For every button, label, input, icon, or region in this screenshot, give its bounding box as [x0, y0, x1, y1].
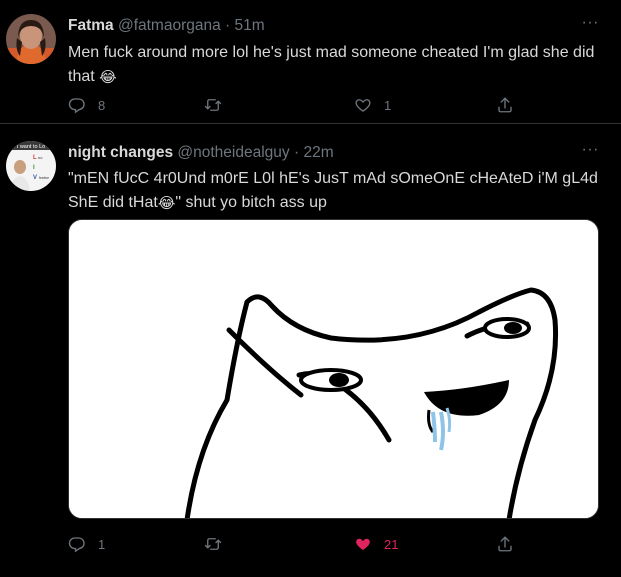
svg-text:V: V — [33, 175, 37, 181]
joy-emoji: 😂 — [157, 195, 176, 212]
reply-button[interactable]: 8 — [68, 93, 105, 117]
like-button[interactable]: 21 — [354, 532, 398, 556]
svg-text:L: L — [33, 155, 37, 161]
avatar[interactable]: I want to Lo L no I V festive — [6, 141, 56, 191]
tweet-header: Fatma @fatmaorgana · 51m — [68, 17, 265, 35]
reply-icon — [68, 98, 85, 114]
avatar-caption: I want to Lo — [17, 144, 45, 150]
reply-button[interactable]: 1 — [68, 532, 105, 556]
tweet[interactable]: Fatma @fatmaorgana · 51m ··· Men fuck ar… — [0, 0, 621, 124]
retweet-button[interactable] — [204, 532, 234, 556]
share-button[interactable] — [496, 532, 514, 556]
timestamp[interactable]: 51m — [235, 17, 265, 34]
tweet-text: "mEN fUcC 4r0Und m0rE L0l hE's JusT mAd … — [68, 167, 608, 216]
avatar[interactable] — [6, 14, 56, 64]
tweet-media-image[interactable] — [68, 219, 599, 519]
share-icon — [498, 97, 512, 113]
separator-dot: · — [293, 144, 300, 161]
timestamp[interactable]: 22m — [303, 144, 333, 161]
like-icon — [355, 99, 371, 112]
action-bar: 1 21 — [68, 532, 538, 556]
reply-count: 8 — [98, 97, 106, 113]
tweet-body-end: " shut yo bitch ass up — [175, 194, 327, 211]
tweet-body-start: "mEN fUcC 4r0Und m0rE L0l hE's JusT mAd … — [68, 170, 598, 211]
like-button[interactable]: 1 — [354, 93, 391, 117]
more-icon[interactable]: ··· — [582, 141, 599, 159]
tweet-header: night changes @notheidealguy · 22m — [68, 144, 334, 162]
tweet-text: Men fuck around more lol he's just mad s… — [68, 41, 608, 90]
reply-icon — [68, 537, 85, 553]
share-icon — [498, 536, 512, 552]
retweet-icon — [204, 538, 222, 550]
wojak-meme-image — [69, 220, 598, 518]
separator-dot: · — [225, 17, 231, 34]
reply-count: 1 — [98, 536, 106, 552]
tweet[interactable]: I want to Lo L no I V festive night chan… — [0, 125, 621, 577]
like-icon-filled — [356, 538, 370, 550]
display-name[interactable]: night changes — [68, 144, 173, 161]
joy-emoji: 😂 — [99, 69, 117, 86]
tweet-body: Men fuck around more lol he's just mad s… — [68, 44, 595, 85]
like-count: 21 — [384, 536, 399, 552]
share-button[interactable] — [496, 93, 514, 117]
more-icon[interactable]: ··· — [582, 14, 599, 32]
display-name[interactable]: Fatma — [68, 17, 114, 34]
action-bar: 8 1 — [68, 93, 538, 117]
svg-text:no: no — [38, 155, 43, 160]
avatar-image — [6, 14, 56, 64]
handle[interactable]: @fatmaorgana — [118, 17, 221, 34]
svg-text:festive: festive — [39, 176, 49, 180]
avatar-image: I want to Lo L no I V festive — [6, 141, 56, 191]
handle[interactable]: @notheidealguy — [177, 144, 289, 161]
like-count: 1 — [384, 97, 392, 113]
retweet-button[interactable] — [204, 93, 234, 117]
retweet-icon — [204, 99, 222, 111]
